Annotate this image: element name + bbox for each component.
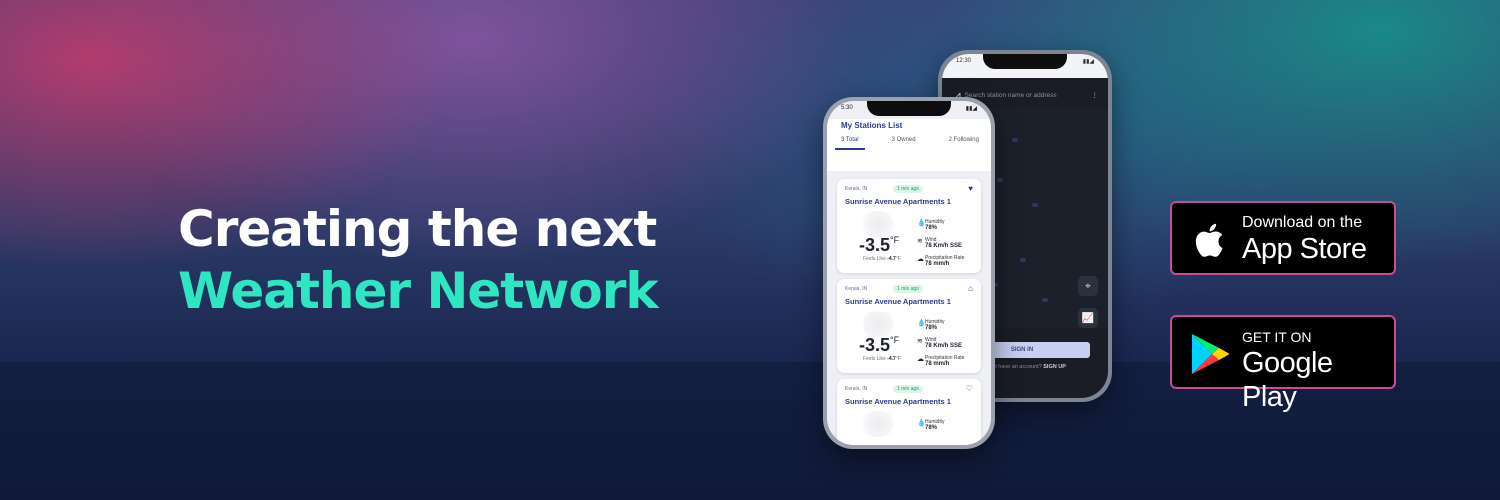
droplet-icon: 💧 [917, 220, 926, 227]
signal-icon: ▮▮◢ [965, 106, 977, 112]
chart-icon[interactable]: 📈 [1078, 308, 1098, 328]
feels-like: Feels Like -4.7°F [863, 356, 901, 362]
headline: Creating the next Weather Network [178, 198, 738, 322]
app-store-button[interactable]: Download on the App Store [1170, 201, 1396, 275]
apple-icon [1195, 223, 1223, 257]
map-marker[interactable] [1042, 298, 1048, 302]
tab-following[interactable]: 2 Following [943, 137, 985, 150]
home-icon[interactable]: ⌂ [968, 284, 973, 293]
status-time: 5:30 [841, 105, 853, 111]
status-badge: 1 min ago [893, 385, 923, 393]
temperature: -3.5°F [859, 235, 900, 255]
station-card[interactable]: Kerala, IN 1 min ago ⌂ Sunrise Avenue Ap… [837, 279, 981, 373]
station-location: Kerala, IN [845, 186, 868, 192]
map-marker[interactable] [1020, 258, 1026, 262]
heart-outline-icon[interactable]: ♡ [966, 384, 973, 393]
droplet-icon: 💧 [917, 320, 926, 327]
sign-up-link[interactable]: SIGN UP [1043, 364, 1066, 370]
phone-notch [867, 101, 951, 116]
wind-metric: ≋ Wind 78 Km/h SSE [917, 237, 963, 249]
precipitation-metric: ☁Precipitation Rate 78 mm/h [917, 355, 965, 367]
weather-icon [859, 211, 897, 237]
google-play-icon [1192, 334, 1229, 374]
phone-notch [983, 54, 1067, 69]
map-marker[interactable] [1032, 203, 1038, 207]
tab-owned[interactable]: 3 Owned [886, 137, 922, 150]
app-store-label: App Store [1242, 233, 1367, 265]
station-name: Sunrise Avenue Apartments 1 [845, 297, 951, 306]
locate-icon[interactable]: ⌖ [1078, 276, 1098, 296]
google-play-label: Google Play [1242, 347, 1333, 413]
google-play-button[interactable]: GET IT ON Google Play [1170, 315, 1396, 413]
humidity-metric: 💧Humidity 78% [917, 319, 945, 331]
cloud-rain-icon: ☁ [917, 356, 924, 363]
weather-icon [859, 311, 897, 337]
station-name: Sunrise Avenue Apartments 1 [845, 397, 951, 406]
map-marker[interactable] [997, 178, 1003, 182]
station-card[interactable]: Kerala, IN 1 min ago ♡ Sunrise Avenue Ap… [837, 379, 981, 445]
search-input[interactable]: Search station name or address [965, 92, 1057, 99]
status-badge: 1 min ago [893, 285, 923, 293]
station-location: Kerala, IN [845, 286, 868, 292]
humidity-metric: 💧Humidity 78% [917, 219, 945, 231]
feels-like: Feels Like -4.7°F [863, 256, 901, 262]
weather-icon [859, 411, 897, 437]
phone-list-display: 5:30 ▮▮◢ My Stations List 3 Total 3 Owne… [827, 101, 991, 445]
station-tabs: 3 Total 3 Owned 2 Following [835, 137, 985, 150]
wind-icon: ≋ [917, 338, 923, 345]
headline-line-1: Creating the next [178, 200, 657, 258]
map-marker[interactable] [1012, 138, 1018, 142]
wind-icon: ≋ [917, 238, 923, 245]
more-icon[interactable]: ⋮ [1092, 91, 1099, 99]
heart-icon[interactable]: ♥ [968, 184, 973, 193]
headline-line-2: Weather Network [178, 262, 659, 320]
app-store-caption: Download on the [1242, 214, 1363, 231]
google-play-caption: GET IT ON [1242, 329, 1312, 345]
station-name: Sunrise Avenue Apartments 1 [845, 197, 951, 206]
signal-icon: ▮▮◢ [1082, 59, 1094, 65]
humidity-metric: 💧Humidity 78% [917, 419, 945, 431]
droplet-icon: 💧 [917, 420, 926, 427]
station-location: Kerala, IN [845, 386, 868, 392]
status-badge: 1 min ago [893, 185, 923, 193]
status-time: 12:30 [956, 58, 972, 64]
cloud-rain-icon: ☁ [917, 256, 924, 263]
tab-total[interactable]: 3 Total [835, 137, 865, 150]
wind-metric: ≋ Wind 78 Km/h SSE [917, 337, 963, 349]
temperature: -3.5°F [859, 335, 900, 355]
page-title: My Stations List [841, 121, 903, 130]
phone-stations-list: 5:30 ▮▮◢ My Stations List 3 Total 3 Owne… [823, 97, 995, 449]
station-card[interactable]: Kerala, IN 1 min ago ♥ Sunrise Avenue Ap… [837, 179, 981, 273]
precipitation-metric: ☁Precipitation Rate 78 mm/h [917, 255, 965, 267]
